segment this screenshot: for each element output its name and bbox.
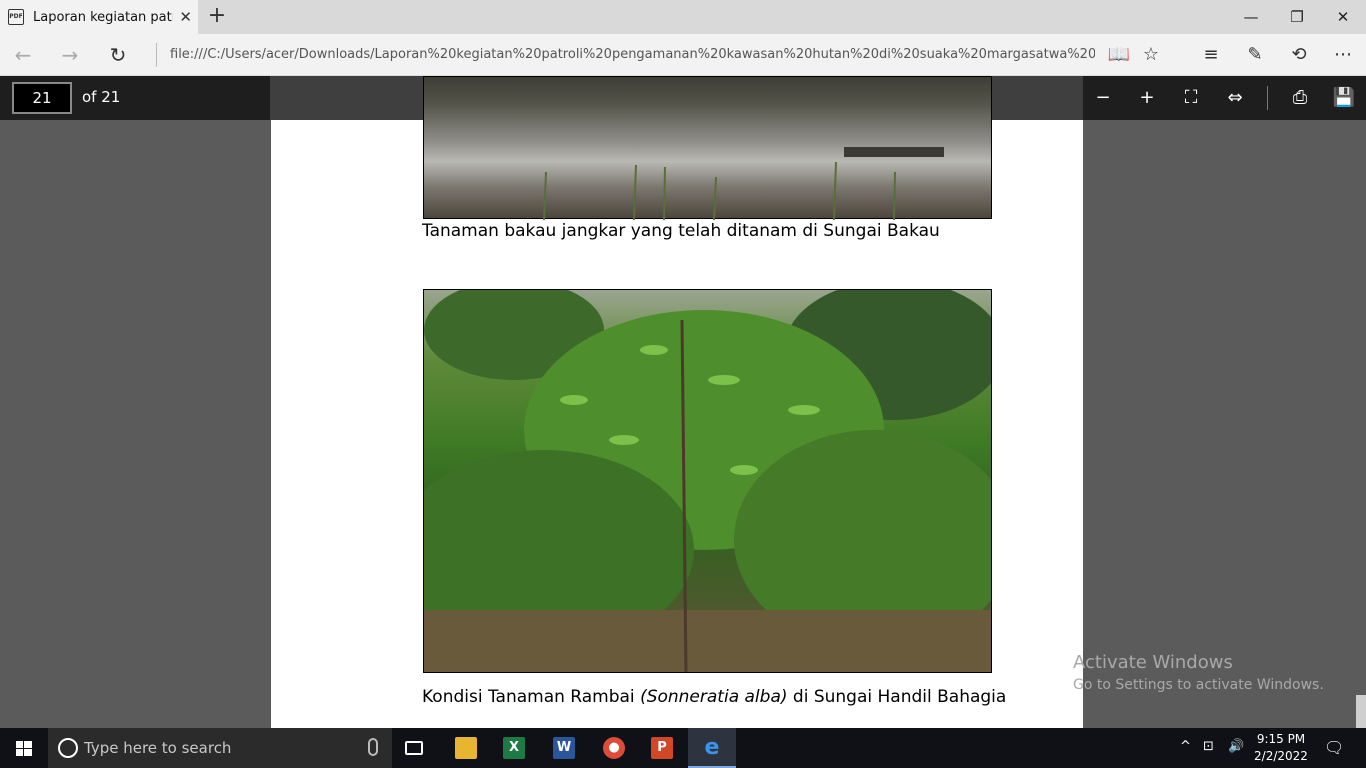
save-icon[interactable]: 💾 [1329, 83, 1359, 113]
forward-button[interactable]: → [55, 40, 85, 70]
windows-taskbar: Type here to search X W ● P e ^ ⊡ 🔊 9:15… [0, 728, 1366, 768]
web-note-icon[interactable]: ✎ [1240, 40, 1270, 70]
close-tab-icon[interactable]: ✕ [179, 8, 192, 26]
zoom-in-icon[interactable]: + [1132, 83, 1162, 113]
hub-icon[interactable]: ≡ [1196, 40, 1226, 70]
activate-subtitle: Go to Settings to activate Windows. [1073, 677, 1324, 693]
windows-logo-icon [16, 741, 32, 756]
browser-tab[interactable]: PDF Laporan kegiatan patrol ✕ [0, 0, 198, 34]
address-divider [156, 43, 157, 67]
restore-button[interactable]: ❐ [1274, 0, 1320, 34]
caption-2-suffix: di Sungai Handil Bahagia [787, 687, 1007, 707]
microphone-icon[interactable] [368, 738, 378, 756]
minimize-button[interactable]: — [1228, 0, 1274, 34]
activate-windows-watermark: Activate Windows Go to Settings to activ… [1073, 652, 1324, 693]
volume-icon[interactable]: 🔊 [1228, 739, 1244, 768]
taskbar-chrome[interactable]: ● [590, 728, 638, 768]
taskbar-powerpoint[interactable]: P [638, 728, 686, 768]
start-button[interactable] [0, 728, 48, 768]
show-hidden-icons[interactable]: ^ [1180, 739, 1191, 768]
zoom-out-icon[interactable]: − [1088, 83, 1118, 113]
page-count: of 21 [82, 88, 121, 106]
vertical-scrollbar[interactable] [1356, 695, 1366, 728]
task-view-button[interactable] [392, 728, 440, 768]
edge-icon: e [704, 735, 720, 760]
taskbar-word[interactable]: W [540, 728, 588, 768]
task-view-icon [405, 741, 423, 755]
pdf-tools: − + ⛶ ⇔ ⎙ 💾 [1083, 76, 1366, 120]
taskbar-search[interactable]: Type here to search [48, 728, 392, 768]
fit-width-icon[interactable]: ⇔ [1220, 83, 1250, 113]
taskbar-file-explorer[interactable] [442, 728, 490, 768]
close-window-button[interactable]: ✕ [1320, 0, 1366, 34]
caption-2-prefix: Kondisi Tanaman Rambai [422, 687, 641, 707]
refresh-button[interactable]: ↻ [103, 40, 133, 70]
caption-2-species: (Sonneratia alba) [640, 687, 788, 707]
chrome-icon: ● [603, 737, 625, 759]
photo-caption-2: Kondisi Tanaman Rambai (Sonneratia alba)… [422, 687, 1006, 707]
new-tab-button[interactable]: + [204, 4, 230, 30]
toolbar-divider [1267, 86, 1268, 110]
clock-date: 2/2/2022 [1254, 749, 1308, 763]
mangrove-seedlings-photo [423, 76, 992, 220]
fit-page-icon[interactable]: ⛶ [1176, 83, 1206, 113]
favorite-star-icon[interactable]: ☆ [1136, 40, 1166, 70]
cortana-icon [58, 738, 78, 758]
tab-title: Laporan kegiatan patrol [33, 9, 173, 25]
search-placeholder: Type here to search [84, 739, 232, 757]
system-clock[interactable]: 9:15 PM 2/2/2022 [1250, 731, 1312, 765]
rambai-plant-photo [423, 289, 992, 673]
pdf-page-nav: 21 of 21 [0, 76, 270, 120]
share-icon[interactable]: ⟲ [1284, 40, 1314, 70]
address-bar[interactable]: file:///C:/Users/acer/Downloads/Laporan%… [170, 47, 1095, 62]
notifications-icon[interactable]: 🗨 [1324, 738, 1344, 768]
address-toolbar: ← → ↻ file:///C:/Users/acer/Downloads/La… [0, 34, 1366, 76]
reading-view-icon[interactable]: 📖 [1104, 40, 1134, 70]
excel-icon: X [503, 737, 525, 759]
activate-title: Activate Windows [1073, 652, 1233, 673]
folder-icon [455, 737, 477, 759]
powerpoint-icon: P [651, 737, 673, 759]
back-button[interactable]: ← [8, 40, 38, 70]
photo-caption-1: Tanaman bakau jangkar yang telah ditanam… [422, 221, 940, 241]
word-icon: W [553, 737, 575, 759]
clock-time: 9:15 PM [1256, 732, 1306, 746]
tab-strip: PDF Laporan kegiatan patrol ✕ + — ❐ ✕ [0, 0, 1366, 34]
page-number-input[interactable]: 21 [12, 82, 72, 114]
print-icon[interactable]: ⎙ [1285, 83, 1315, 113]
taskbar-edge[interactable]: e [688, 728, 736, 768]
pdf-icon: PDF [8, 9, 24, 25]
pdf-page: Tanaman bakau jangkar yang telah ditanam… [271, 76, 1083, 728]
taskbar-excel[interactable]: X [490, 728, 538, 768]
more-icon[interactable]: ⋯ [1328, 40, 1358, 70]
network-icon[interactable]: ⊡ [1203, 739, 1214, 768]
